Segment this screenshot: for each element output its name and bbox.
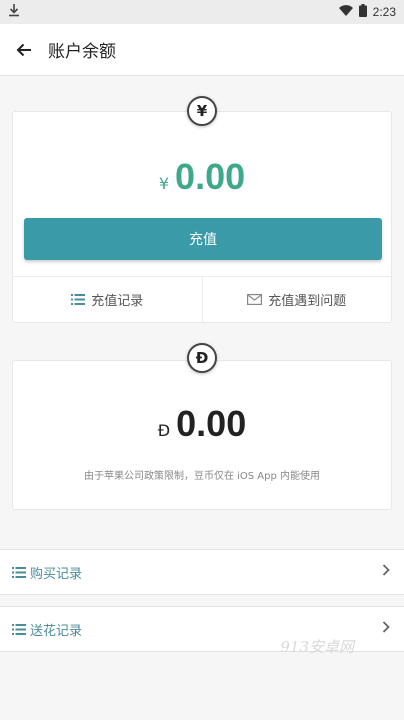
charge-records-link[interactable]: 充值记录 — [13, 277, 202, 322]
coin-balance-card: Ɖ 0.00 由于苹果公司政策限制，豆币仅在 iOS App 内能使用 — [12, 360, 392, 510]
coin-icon: Ɖ — [187, 343, 217, 373]
rmb-amount-row: ¥ 0.00 — [13, 156, 391, 198]
purchase-records-label: 购买记录 — [30, 566, 83, 582]
charge-problem-link[interactable]: 充值遇到问题 — [201, 277, 392, 322]
coin-amount-row: Ɖ 0.00 — [13, 403, 391, 445]
app-bar: 账户余额 — [0, 24, 404, 76]
list-icon — [12, 566, 26, 578]
charge-records-label: 充值记录 — [91, 294, 144, 309]
charge-problem-label: 充值遇到问题 — [268, 294, 347, 309]
charge-button[interactable]: 充值 — [24, 218, 382, 260]
wifi-icon — [338, 5, 353, 19]
list-icon — [71, 294, 86, 305]
rmb-links-row: 充值记录 充值遇到问题 — [13, 276, 391, 322]
coin-amount: 0.00 — [176, 403, 247, 444]
chevron-right-icon — [382, 564, 390, 576]
back-button[interactable] — [0, 24, 48, 76]
list-icon — [12, 623, 26, 635]
purchase-records-item[interactable]: 购买记录 — [0, 549, 404, 595]
rmb-amount-symbol: ¥ — [158, 174, 170, 193]
download-icon — [8, 3, 20, 20]
status-time: 2:23 — [372, 5, 396, 19]
flower-records-label: 送花记录 — [30, 623, 83, 639]
coin-usage-note: 由于苹果公司政策限制，豆币仅在 iOS App 内能使用 — [83, 471, 321, 482]
rmb-balance-card: ¥ 0.00 充值 充值记录 充值遇到问题 — [12, 111, 392, 323]
chevron-right-icon — [382, 621, 390, 633]
coin-amount-symbol: Ɖ — [157, 421, 171, 440]
rmb-amount: 0.00 — [175, 156, 246, 197]
page-title: 账户余额 — [48, 42, 116, 62]
status-bar: 2:23 — [0, 0, 404, 24]
arrow-left-icon — [16, 43, 31, 56]
mail-icon — [247, 294, 263, 305]
yuan-icon: ¥ — [187, 96, 217, 126]
watermark: 913安卓网 — [280, 638, 354, 656]
battery-icon — [358, 4, 367, 20]
